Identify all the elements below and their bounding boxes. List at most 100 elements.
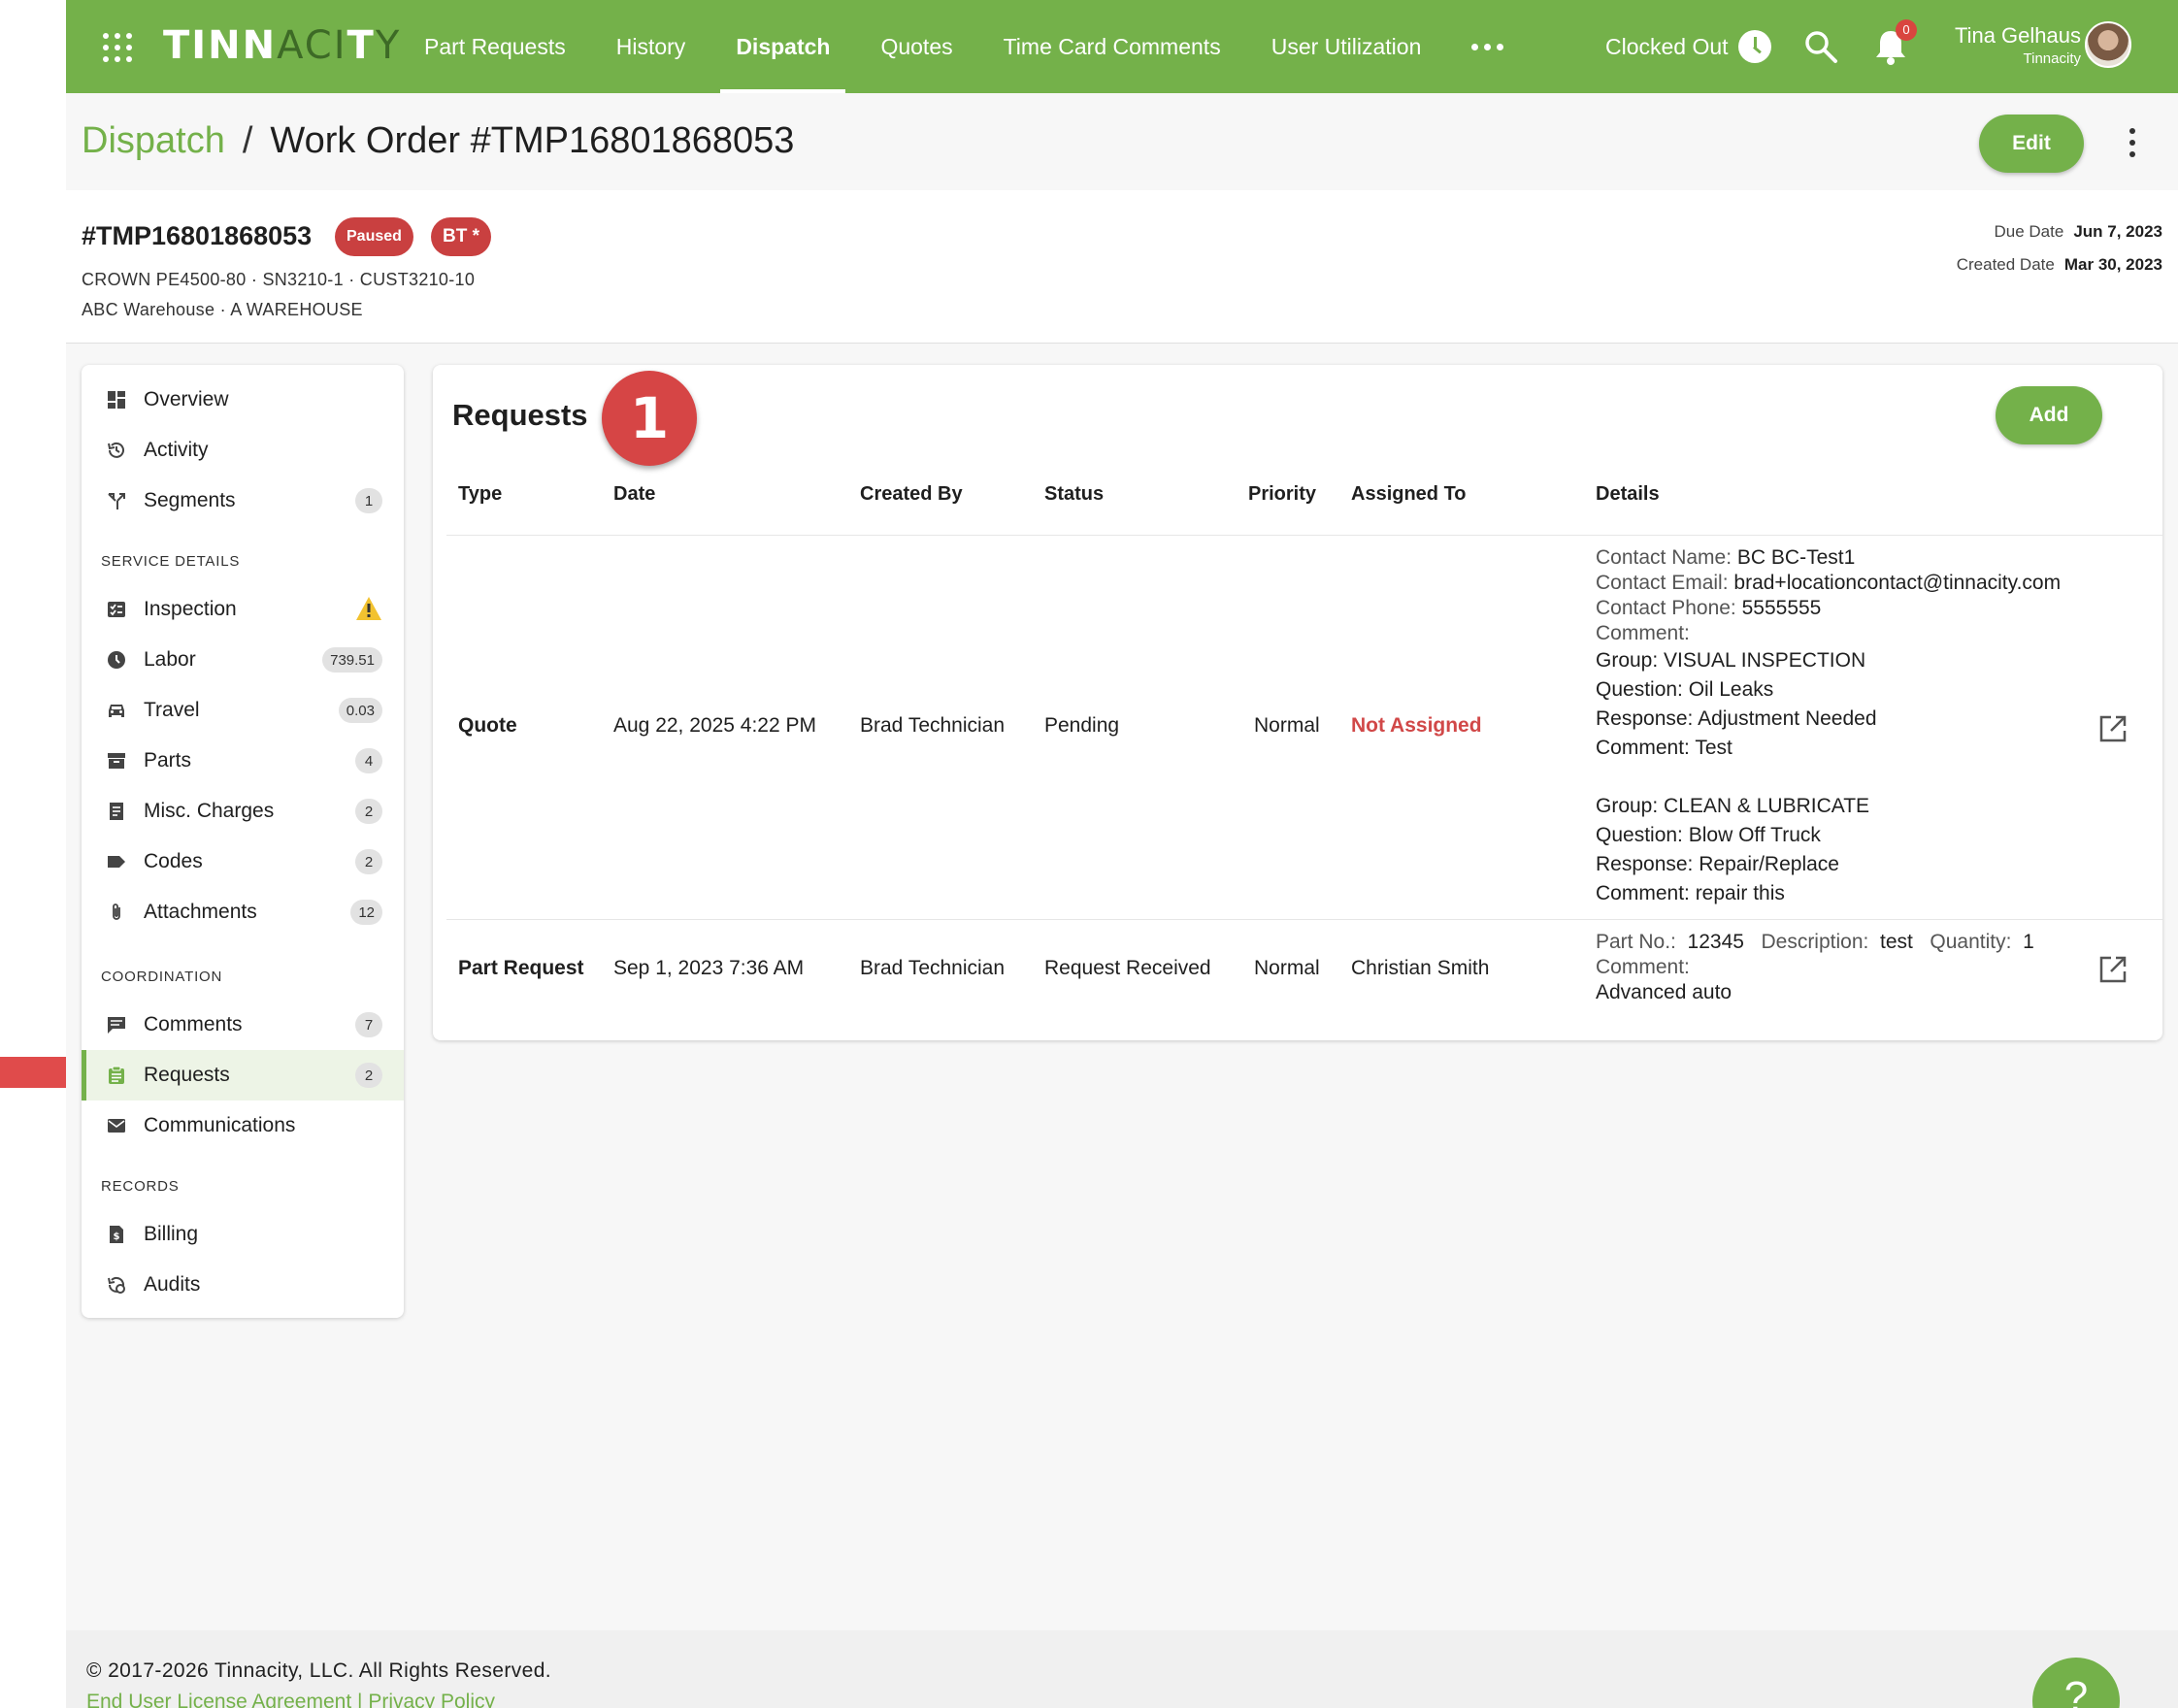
sidebar-item-labor[interactable]: Labor 739.51 — [82, 635, 404, 685]
work-order-dates: Due Date Jun 7, 2023 Created Date Mar 30, … — [1957, 215, 2162, 281]
section-heading-records: RECORDS — [101, 1178, 180, 1195]
work-order-id: #TMP16801868053 — [82, 221, 313, 250]
nav-user-utilization[interactable]: User Utilization — [1246, 0, 1447, 93]
detail-label: Comment: — [1596, 622, 1690, 644]
sidebar-item-segments[interactable]: Segments 1 — [82, 476, 404, 526]
nav-quotes[interactable]: Quotes — [855, 0, 977, 93]
location-info: ABC Warehouse · A WAREHOUSE — [82, 300, 363, 319]
technician-badge[interactable]: BT * — [431, 217, 491, 256]
breadcrumb-separator: / — [242, 120, 253, 161]
created-date-label: Created Date — [1956, 255, 2055, 274]
detail-label: Contact Name: — [1596, 546, 1732, 569]
sidebar-item-travel[interactable]: Travel 0.03 — [82, 685, 404, 736]
part-description: test — [1880, 931, 1913, 953]
footer-separator: | — [357, 1691, 363, 1708]
sidebar-item-audits[interactable]: Audits — [82, 1260, 404, 1310]
comment-icon — [108, 1017, 125, 1034]
notification-count-badge: 0 — [1896, 19, 1917, 41]
page-header: Dispatch / Work Order #TMP16801868053 Ed… — [66, 93, 2178, 190]
audit-icon — [108, 1276, 125, 1294]
box-icon — [108, 753, 125, 769]
edit-button[interactable]: Edit — [1979, 115, 2084, 173]
sidebar-item-label: Audits — [144, 1273, 201, 1296]
eula-link[interactable]: End User License Agreement — [86, 1691, 351, 1708]
app-root: TINNACITY Part Requests History Dispatch… — [66, 0, 2178, 1708]
column-header-date[interactable]: Date — [613, 483, 655, 506]
open-external-icon[interactable] — [2098, 955, 2128, 984]
column-header-assigned-to[interactable]: Assigned To — [1351, 483, 1467, 506]
row-divider — [446, 535, 2162, 536]
checklist-icon — [108, 602, 125, 617]
inspection-question: Question: Blow Off Truck — [1596, 824, 1821, 846]
sidebar-item-parts[interactable]: Parts 4 — [82, 736, 404, 786]
nav-time-card-comments[interactable]: Time Card Comments — [978, 0, 1246, 93]
sidebar-item-comments[interactable]: Comments 7 — [82, 1000, 404, 1050]
sidebar-item-label: Billing — [144, 1223, 199, 1245]
request-type: Part Request — [458, 957, 584, 979]
step-marker-badge: 1 — [602, 371, 697, 466]
sidebar-item-label: Travel — [144, 699, 200, 721]
more-nav-icon[interactable] — [1446, 0, 1529, 93]
part-request-comment: Advanced auto — [1596, 981, 1732, 1003]
main-nav: Part Requests History Dispatch Quotes Ti… — [399, 0, 1529, 93]
sidebar-item-label: Activity — [144, 439, 209, 461]
created-date-value: Mar 30, 2023 — [2063, 255, 2162, 274]
nav-dispatch[interactable]: Dispatch — [710, 0, 855, 93]
sidebar-item-label: Labor — [144, 648, 196, 671]
sidebar-item-codes[interactable]: Codes 2 — [82, 837, 404, 887]
sidebar-item-label: Parts — [144, 749, 192, 772]
detail-label: Contact Email: — [1596, 572, 1729, 594]
request-type: Quote — [458, 714, 517, 737]
segments-count-badge: 1 — [355, 488, 382, 513]
sidebar-item-attachments[interactable]: Attachments 12 — [82, 887, 404, 937]
status-badge: Paused — [335, 217, 413, 256]
clock-status-button[interactable]: Clocked Out — [1605, 0, 1771, 93]
column-header-created-by[interactable]: Created By — [860, 483, 963, 506]
requests-title: Requests — [452, 398, 588, 432]
sidebar-item-label: Requests — [144, 1064, 230, 1086]
open-external-icon[interactable] — [2098, 714, 2128, 743]
apps-grid-icon[interactable] — [103, 33, 132, 62]
more-options-icon[interactable] — [2128, 128, 2137, 157]
search-icon[interactable] — [1803, 29, 1838, 64]
request-created-by: Brad Technician — [860, 714, 1006, 737]
sidebar-item-requests[interactable]: Requests 2 — [82, 1050, 404, 1100]
sidebar-item-overview[interactable]: Overview — [82, 375, 404, 425]
section-heading-service-details: SERVICE DETAILS — [101, 553, 241, 570]
sidebar-item-misc-charges[interactable]: Misc. Charges 2 — [82, 786, 404, 837]
parts-count-badge: 4 — [355, 748, 382, 773]
column-header-details: Details — [1596, 483, 1660, 505]
breadcrumb-dispatch-link[interactable]: Dispatch — [82, 120, 225, 162]
sidebar-item-billing[interactable]: $ Billing — [82, 1209, 404, 1260]
detail-label: Description: — [1761, 931, 1869, 953]
tag-icon — [108, 856, 125, 868]
request-assigned-to: Christian Smith — [1351, 957, 1490, 979]
add-request-button[interactable]: Add — [1996, 386, 2102, 444]
avatar[interactable] — [2085, 21, 2131, 68]
sidebar-item-inspection[interactable]: Inspection — [82, 584, 404, 635]
svg-text:$: $ — [114, 1232, 120, 1242]
help-button[interactable]: ? — [2032, 1658, 2120, 1708]
inspection-group: Group: VISUAL INSPECTION — [1596, 649, 1866, 672]
nav-part-requests[interactable]: Part Requests — [399, 0, 591, 93]
sidebar-item-activity[interactable]: Activity — [82, 425, 404, 476]
privacy-policy-link[interactable]: Privacy Policy — [368, 1691, 495, 1708]
column-header-type[interactable]: Type — [458, 483, 502, 506]
part-number: 12345 — [1687, 931, 1744, 953]
column-header-status[interactable]: Status — [1044, 483, 1104, 506]
travel-count-badge: 0.03 — [338, 698, 382, 723]
request-status: Request Received — [1044, 957, 1211, 979]
sidebar-item-communications[interactable]: Communications — [82, 1100, 404, 1151]
inspection-question: Question: Oil Leaks — [1596, 678, 1774, 701]
column-header-priority[interactable]: Priority — [1248, 483, 1316, 506]
sidebar-item-label: Attachments — [144, 901, 257, 923]
due-date-value: Jun 7, 2023 — [2073, 222, 2162, 241]
request-assigned-to: Not Assigned — [1351, 714, 1482, 737]
misc-charges-count-badge: 2 — [355, 799, 382, 824]
copyright-text: © 2017-2026 Tinnacity, LLC. All Rights R… — [86, 1659, 552, 1682]
breadcrumb: Dispatch / Work Order #TMP16801868053 — [82, 120, 794, 162]
user-menu[interactable]: Tina Gelhaus Tinnacity — [1949, 23, 2081, 67]
detail-label: Contact Phone: — [1596, 597, 1736, 619]
nav-history[interactable]: History — [591, 0, 711, 93]
tinnacity-logo[interactable]: TINNACITY — [163, 23, 401, 68]
